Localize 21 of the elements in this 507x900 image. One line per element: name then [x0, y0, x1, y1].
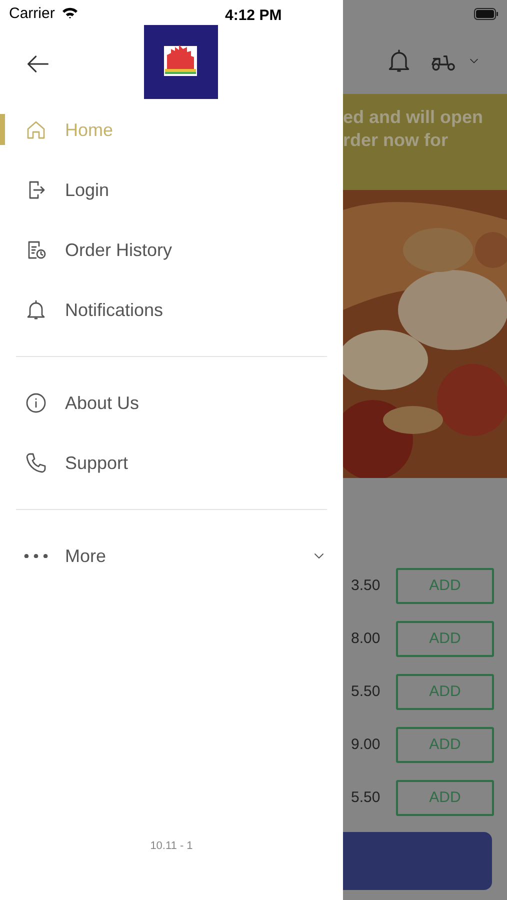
more-dots-icon — [24, 554, 48, 558]
status-time: 4:12 PM — [225, 6, 282, 26]
menu-item[interactable]: More — [24, 536, 327, 576]
menu-item[interactable]: Order History — [24, 230, 327, 270]
item-price: 3.50 — [350, 576, 382, 596]
app-version: 10.11 - 1 — [150, 839, 193, 854]
battery-icon — [474, 8, 499, 20]
phone-icon — [24, 451, 48, 475]
carrier-name: Carrier — [9, 4, 55, 24]
info-icon — [24, 391, 48, 415]
item-price: 5.50 — [350, 788, 382, 808]
logo-icon — [144, 25, 218, 99]
menu-item[interactable]: Login — [24, 170, 327, 210]
item-price: 9.00 — [350, 734, 382, 755]
menu-item[interactable]: Support — [24, 443, 327, 483]
menu-item[interactable]: About Us — [24, 383, 327, 423]
item-price: 5.50 — [350, 682, 382, 702]
notice-text: rder now for — [343, 129, 450, 152]
item-price: 8.00 — [350, 628, 382, 649]
notice-text: ed and will open — [343, 106, 484, 129]
menu-item[interactable]: Notifications — [24, 290, 327, 330]
